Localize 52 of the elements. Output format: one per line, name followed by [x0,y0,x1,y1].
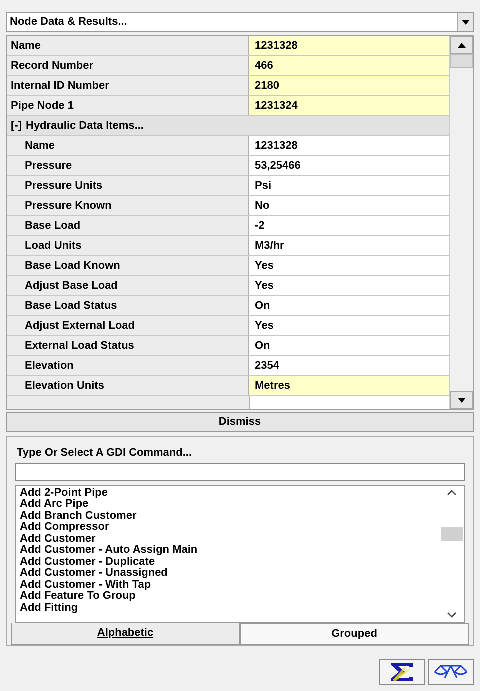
group-header[interactable]: [-] Hydraulic Data Items... [7,116,449,136]
scroll-thumb[interactable] [450,54,473,68]
sigma-button[interactable] [379,659,425,685]
tab[interactable]: Grouped [240,622,469,645]
command-item[interactable]: Add Customer [20,534,436,546]
scroll-down-button[interactable] [450,391,473,409]
balance-button[interactable] [428,659,474,685]
property-value[interactable]: 2180 [249,76,449,95]
up-arrow-icon [458,42,466,48]
property-name: Base Load Known [7,256,249,275]
property-value[interactable]: 1231324 [249,96,449,115]
command-item[interactable]: Add Fitting [20,602,436,614]
command-input[interactable] [15,462,465,481]
down-arrow-icon [458,398,466,402]
scroll-up-button[interactable] [450,36,473,54]
panel-dropdown[interactable]: Node Data & Results... [6,12,474,32]
property-name: Base Load Status [7,296,249,315]
property-name: Elevation [7,356,249,375]
property-name: Elevation Units [7,376,249,395]
property-value[interactable]: 1231328 [249,36,449,55]
tab[interactable]: Alphabetic [11,622,240,645]
command-item[interactable]: Add Customer - Duplicate [20,556,436,568]
command-item[interactable]: Add Customer - With Tap [20,580,436,592]
command-item[interactable]: Add Feature To Group [20,591,436,603]
property-value[interactable]: 466 [249,56,449,75]
property-name: Internal ID Number [7,76,249,95]
down-arrow-icon [462,20,470,24]
command-item[interactable]: Add Customer - Unassigned [20,568,436,580]
command-item[interactable]: Add 2-Point Pipe [20,488,436,500]
property-name: Adjust External Load [7,316,249,335]
property-name: Pressure Known [7,196,249,215]
dismiss-button[interactable]: Dismiss [6,412,474,432]
property-name: Pressure [7,156,249,175]
property-name: Base Load [7,216,249,235]
chevron-up-icon[interactable] [447,490,457,496]
property-name: External Load Status [7,336,249,355]
command-item[interactable]: Add Arc Pipe [20,499,436,511]
chevron-down-icon[interactable] [447,612,457,618]
property-name: Name [7,136,249,155]
property-name: Pressure Units [7,176,249,195]
scroll-thumb[interactable] [441,526,463,541]
command-item[interactable]: Add Customer - Auto Assign Main [20,545,436,557]
command-label: Type Or Select A GDI Command... [16,446,194,461]
command-item[interactable]: Add Branch Customer [20,510,436,522]
property-name: Name [7,36,249,55]
property-name: Record Number [7,56,249,75]
property-value[interactable]: Metres [249,376,449,395]
property-name: Load Units [7,236,249,255]
command-item[interactable]: Add Compressor [20,522,436,534]
property-name: Pipe Node 1 [7,96,249,115]
property-name: Adjust Base Load [7,276,249,295]
balance-scale-icon [433,664,469,680]
